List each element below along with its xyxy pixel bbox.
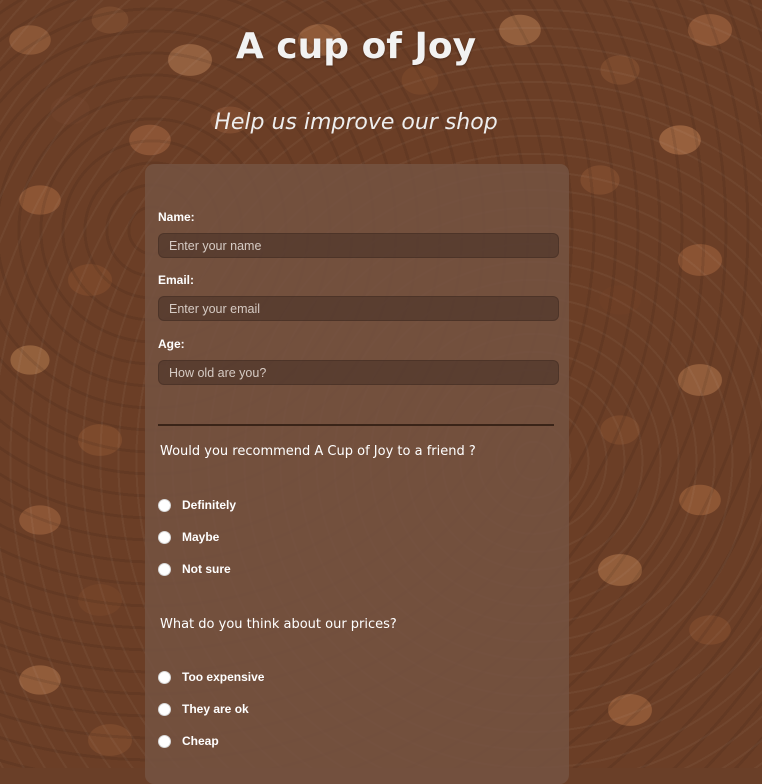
recommend-option-not-sure[interactable]: Not sure: [158, 561, 231, 577]
name-input[interactable]: [158, 233, 559, 258]
option-label: Too expensive: [182, 670, 265, 684]
email-input[interactable]: [158, 296, 559, 321]
section-divider: [158, 424, 554, 426]
email-label: Email:: [158, 273, 195, 287]
age-input[interactable]: [158, 360, 559, 385]
radio-button[interactable]: [158, 530, 171, 544]
prices-question: What do you think about our prices?: [160, 617, 397, 632]
page-subtitle: Help us improve our shop: [214, 110, 498, 135]
option-label: Maybe: [182, 530, 220, 544]
radio-button[interactable]: [158, 498, 171, 512]
option-label: Cheap: [182, 734, 219, 748]
recommend-question: Would you recommend A Cup of Joy to a fr…: [160, 444, 476, 459]
radio-button[interactable]: [158, 670, 171, 684]
radio-button[interactable]: [158, 702, 171, 716]
option-label: Definitely: [182, 498, 237, 512]
prices-option-too-expensive[interactable]: Too expensive: [158, 669, 264, 685]
survey-form: Name: Email: Age: Would you recommend A …: [145, 164, 569, 784]
prices-option-ok[interactable]: They are ok: [158, 701, 249, 717]
option-label: They are ok: [182, 702, 249, 716]
age-label: Age:: [158, 337, 185, 351]
prices-option-cheap[interactable]: Cheap: [158, 733, 219, 749]
recommend-option-definitely[interactable]: Definitely: [158, 497, 236, 513]
recommend-option-maybe[interactable]: Maybe: [158, 529, 219, 545]
name-label: Name:: [158, 210, 195, 224]
radio-button[interactable]: [158, 734, 171, 748]
radio-button[interactable]: [158, 562, 171, 576]
page-title: A cup of Joy: [235, 26, 477, 67]
option-label: Not sure: [182, 562, 231, 576]
